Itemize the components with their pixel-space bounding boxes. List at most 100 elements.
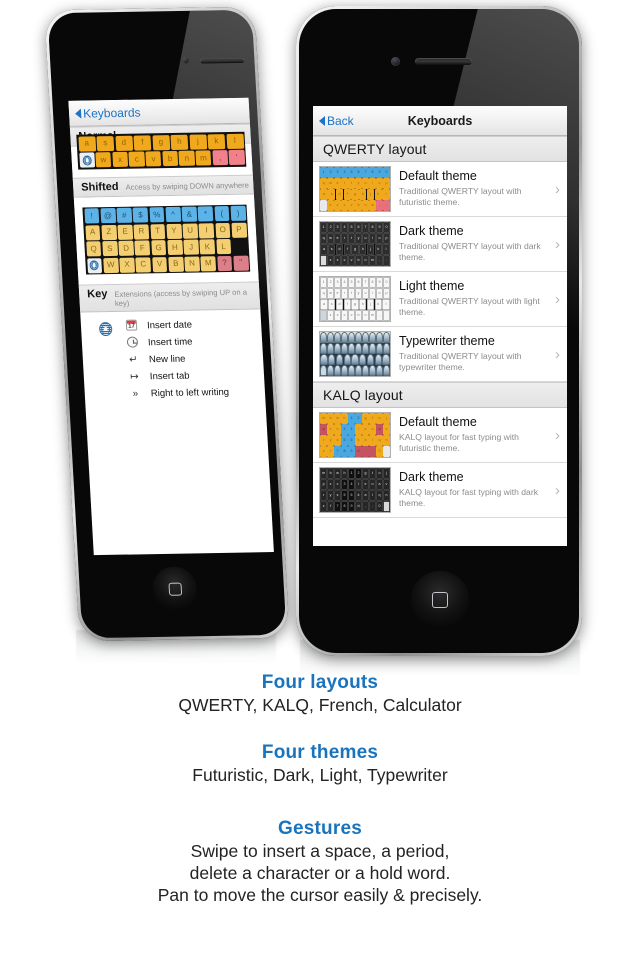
key[interactable]: x [112, 151, 129, 168]
key[interactable]: h [170, 134, 189, 150]
row-title: Default theme [399, 415, 477, 430]
key[interactable]: l [225, 133, 244, 149]
key[interactable]: M [200, 255, 217, 271]
key[interactable]: n [178, 150, 195, 166]
theme-thumbnail-futuristic: 1234567890 qwertyuiop asdfghjkl zxcvbnm,… [319, 166, 391, 212]
marketing-block-layouts: Four layouts QWERTY, KALQ, French, Calcu… [0, 672, 640, 716]
key[interactable]: ) [230, 205, 246, 221]
key[interactable]: * [197, 206, 214, 222]
globe-key[interactable] [86, 257, 103, 273]
key[interactable]: , [212, 150, 229, 166]
key[interactable]: b [162, 150, 179, 167]
key[interactable]: W [102, 257, 119, 273]
back-button[interactable]: Keyboards [69, 105, 141, 120]
key[interactable]: B [167, 256, 184, 272]
key[interactable]: J [183, 239, 199, 255]
home-button[interactable] [151, 566, 199, 612]
front-camera-icon [182, 56, 190, 64]
key[interactable]: v [145, 151, 162, 167]
key[interactable]: Y [166, 223, 182, 239]
extension-label: Insert time [147, 336, 193, 349]
extension-label: New line [148, 353, 186, 366]
home-button[interactable] [411, 571, 469, 629]
key[interactable]: P [231, 222, 247, 238]
section-hint: Extensions (access by swiping UP on a ke… [114, 287, 248, 308]
key[interactable]: a [77, 135, 96, 152]
key[interactable]: % [148, 207, 165, 223]
key[interactable]: s [96, 135, 115, 151]
key[interactable]: @ [100, 207, 116, 224]
table-row[interactable]: 1234567890 qwertyuiop asdfghjkl zxcvbnm,… [313, 162, 567, 217]
key[interactable]: Z [101, 224, 117, 240]
key[interactable]: I [198, 222, 215, 238]
key[interactable]: k [207, 133, 226, 149]
key[interactable]: O [214, 222, 231, 238]
keyboard-row: W X C V B N M ? " [86, 255, 249, 273]
row-subtitle: Traditional QWERTY layout with dark them… [399, 240, 541, 263]
globe-icon [82, 154, 92, 166]
key[interactable]: f [133, 134, 152, 151]
key[interactable]: Q [85, 241, 102, 257]
table-row[interactable]: 1234567890 qwertyuiop asdfghjkl zxcvbnm,… [313, 272, 567, 327]
chevron-left-icon [319, 115, 325, 126]
section-title: Key [86, 288, 108, 301]
list-item[interactable]: » Right to left writing [128, 383, 261, 402]
key[interactable]: j [188, 133, 207, 150]
normal-keyboard[interactable]: a s d f g h j k l w x c v b n m , ' [76, 131, 247, 170]
section-header-key: Key Extensions (access by swiping UP on … [78, 281, 261, 313]
key[interactable]: S [102, 240, 118, 257]
keyboards-list[interactable]: QWERTY layout 1234567890 qwertyuiop asdf… [313, 136, 567, 546]
marketing-line: Swipe to insert a space, a period, [190, 841, 450, 861]
table-row[interactable]: 1234567890 qwertyuiop asdfghjkl zxcvbnm,… [313, 217, 567, 272]
key[interactable]: X [119, 257, 135, 273]
key[interactable]: ^ [165, 206, 181, 223]
row-title: Light theme [399, 279, 465, 294]
globe-icon [89, 260, 100, 271]
marketing-heading: Four layouts [261, 672, 379, 693]
key[interactable]: ? [216, 255, 233, 271]
key[interactable]: U [182, 223, 198, 239]
key[interactable]: T [149, 223, 166, 239]
chevron-right-icon: › [555, 235, 560, 253]
key[interactable]: ' [228, 149, 245, 165]
key[interactable]: " [233, 255, 249, 271]
key[interactable]: m [195, 150, 212, 166]
key[interactable]: A [84, 224, 101, 240]
key[interactable]: C [135, 256, 152, 273]
marketing-line: Futuristic, Dark, Light, Typewriter [192, 765, 448, 785]
shifted-keyboard[interactable]: ! @ # $ % ^ & * ( ) A Z E R T Y U I O P … [82, 204, 251, 275]
chevron-right-icon: › [555, 290, 560, 308]
key[interactable]: N [184, 255, 200, 272]
table-row[interactable]: mbwh12gtoj pxc34ieuav rys56kalqn zf789d,… [313, 463, 567, 518]
marketing-heading: Gestures [278, 818, 362, 839]
back-button[interactable]: Back [313, 114, 354, 128]
key[interactable]: F [134, 240, 151, 256]
key[interactable]: d [114, 135, 133, 151]
key[interactable]: g [151, 134, 170, 150]
tab-arrow-icon: ↦ [129, 371, 139, 383]
key[interactable]: # [116, 207, 133, 223]
globe-key[interactable] [78, 152, 95, 168]
key[interactable]: G [150, 240, 167, 256]
key[interactable]: H [167, 239, 183, 256]
table-row[interactable]: Typewriter theme Traditional QWERTY layo… [313, 327, 567, 382]
key[interactable]: L [215, 238, 232, 255]
chevron-right-icon: › [555, 180, 560, 198]
marketing-block-themes: Four themes Futuristic, Dark, Light, Typ… [0, 742, 640, 786]
chevron-right-icon: › [555, 481, 560, 499]
table-row[interactable]: mbwh12gtoj pxc34ieuav rys56kalqn zf789d,… [313, 408, 567, 463]
key[interactable]: & [181, 206, 198, 222]
key[interactable]: c [128, 151, 145, 167]
key[interactable]: E [117, 224, 133, 240]
key[interactable]: w [95, 152, 112, 168]
key[interactable]: R [133, 223, 150, 240]
theme-thumbnail-typewriter [319, 331, 391, 377]
key[interactable]: ( [214, 205, 230, 222]
row-title: Dark theme [399, 224, 464, 239]
key[interactable]: D [118, 240, 134, 256]
key[interactable]: K [199, 239, 216, 255]
theme-thumbnail-kalq-dark: mbwh12gtoj pxc34ieuav rys56kalqn zf789d,… [319, 467, 391, 513]
key[interactable]: $ [132, 207, 149, 223]
key[interactable]: ! [83, 208, 100, 224]
key[interactable]: V [151, 256, 168, 272]
